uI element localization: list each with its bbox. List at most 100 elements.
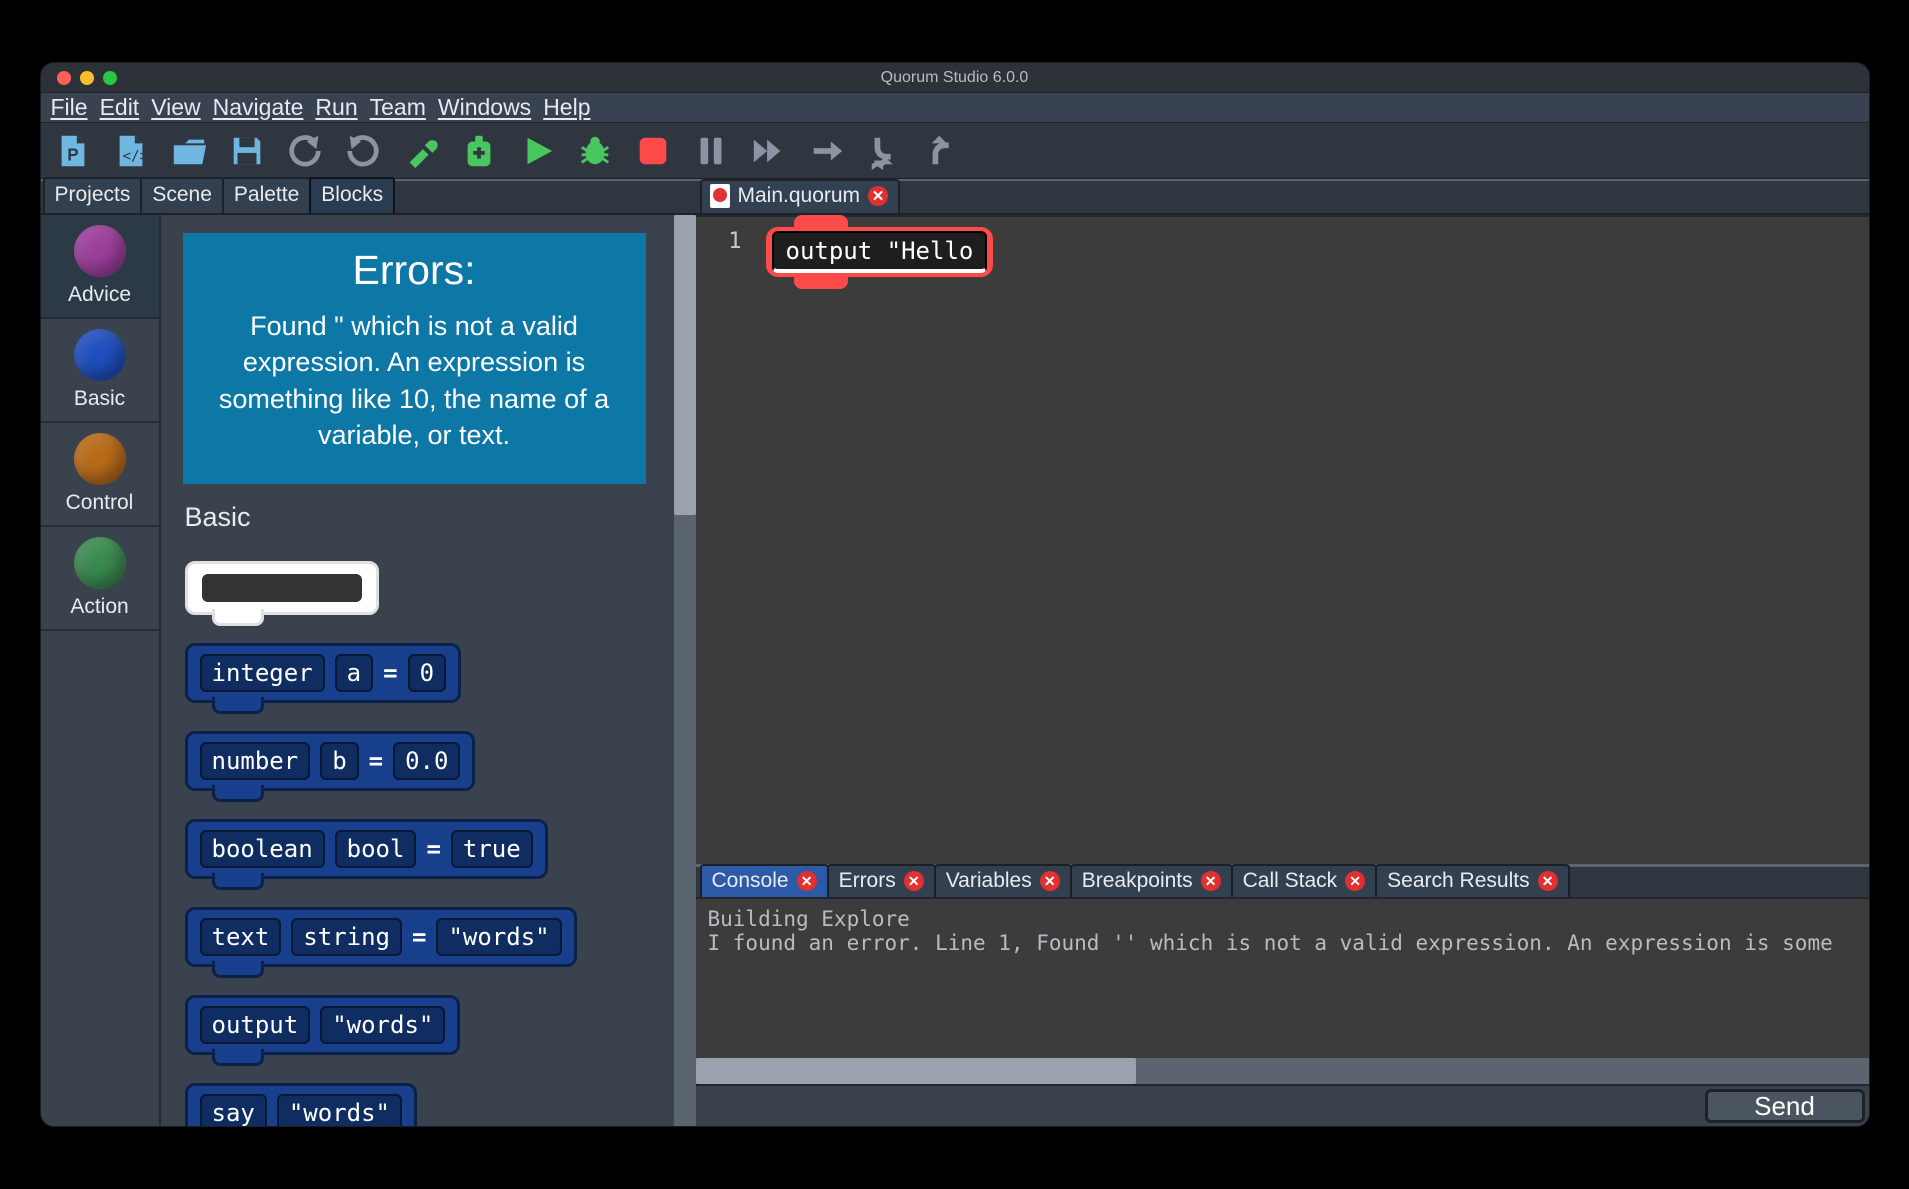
menu-help[interactable]: Help bbox=[539, 94, 594, 121]
console-output[interactable]: Building Explore I found an error. Line … bbox=[696, 899, 1869, 1058]
menu-run[interactable]: Run bbox=[311, 94, 361, 121]
menu-edit[interactable]: Edit bbox=[96, 94, 144, 121]
tab-console[interactable]: Console ✕ bbox=[700, 864, 829, 897]
tab-label: Breakpoints bbox=[1082, 869, 1193, 893]
palette-block-boolean[interactable]: boolean bool = true bbox=[185, 819, 548, 879]
save-icon[interactable] bbox=[225, 129, 269, 173]
scrollbar-thumb[interactable] bbox=[696, 1058, 1136, 1084]
send-button[interactable]: Send bbox=[1705, 1089, 1865, 1123]
circle-icon bbox=[74, 329, 126, 381]
menu-view[interactable]: View bbox=[147, 94, 204, 121]
build-icon[interactable] bbox=[399, 129, 443, 173]
editor-error-block[interactable]: output "Hello bbox=[766, 227, 994, 277]
continue-icon[interactable] bbox=[747, 129, 791, 173]
palette-scroll[interactable]: Errors: Found " which is not a valid exp… bbox=[161, 215, 674, 1126]
close-tab-icon[interactable]: ✕ bbox=[1040, 871, 1060, 891]
close-window-icon[interactable] bbox=[57, 71, 71, 85]
tab-scene[interactable]: Scene bbox=[140, 177, 224, 213]
run-icon[interactable] bbox=[515, 129, 559, 173]
send-row: Send bbox=[696, 1084, 1869, 1126]
console-input[interactable] bbox=[696, 1086, 1701, 1126]
pause-icon[interactable] bbox=[689, 129, 733, 173]
token: number bbox=[200, 742, 311, 780]
new-project-icon[interactable]: P bbox=[51, 129, 95, 173]
token: 0 bbox=[408, 654, 446, 692]
console-line: Building Explore bbox=[708, 907, 910, 931]
close-tab-icon[interactable]: ✕ bbox=[1538, 871, 1558, 891]
token: "words" bbox=[436, 918, 561, 956]
category-label: Action bbox=[70, 595, 128, 619]
tab-label: Call Stack bbox=[1243, 869, 1338, 893]
menu-navigate[interactable]: Navigate bbox=[209, 94, 308, 121]
menu-team[interactable]: Team bbox=[366, 94, 430, 121]
token: = bbox=[412, 923, 426, 951]
palette-categories: Advice Basic Control Action bbox=[41, 215, 161, 1126]
token: string bbox=[291, 918, 402, 956]
tab-variables[interactable]: Variables ✕ bbox=[934, 864, 1072, 897]
token: 0.0 bbox=[393, 742, 460, 780]
step-into-icon[interactable] bbox=[863, 129, 907, 173]
palette-block-output[interactable]: output "words" bbox=[185, 995, 461, 1055]
token: = bbox=[369, 747, 383, 775]
clean-build-icon[interactable] bbox=[457, 129, 501, 173]
editor-area[interactable]: 1 output "Hello bbox=[696, 215, 1869, 864]
step-over-icon[interactable] bbox=[805, 129, 849, 173]
open-icon[interactable] bbox=[167, 129, 211, 173]
editor-tab-label: Main.quorum bbox=[738, 184, 861, 208]
traffic-lights bbox=[57, 71, 117, 85]
category-control[interactable]: Control bbox=[41, 423, 159, 527]
editor-tab-main[interactable]: Main.quorum ✕ bbox=[700, 179, 901, 213]
file-icon bbox=[710, 184, 730, 208]
tab-blocks[interactable]: Blocks bbox=[309, 177, 395, 213]
minimize-window-icon[interactable] bbox=[80, 71, 94, 85]
token: text bbox=[200, 918, 282, 956]
palette-block-integer[interactable]: integer a = 0 bbox=[185, 643, 462, 703]
right-pane: Main.quorum ✕ 1 output "Hello Console bbox=[696, 181, 1869, 1126]
redo-icon[interactable] bbox=[341, 129, 385, 173]
bottom-pane: Console ✕ Errors ✕ Variables ✕ Breakpoin… bbox=[696, 864, 1869, 1126]
tab-search-results[interactable]: Search Results ✕ bbox=[1375, 864, 1569, 897]
window-title: Quorum Studio 6.0.0 bbox=[117, 69, 1793, 87]
scrollbar-thumb[interactable] bbox=[674, 215, 696, 515]
category-advice[interactable]: Advice bbox=[41, 215, 159, 319]
palette-block-number[interactable]: number b = 0.0 bbox=[185, 731, 476, 791]
close-tab-icon[interactable]: ✕ bbox=[868, 186, 888, 206]
token: "words" bbox=[277, 1094, 402, 1126]
category-basic[interactable]: Basic bbox=[41, 319, 159, 423]
step-out-icon[interactable] bbox=[921, 129, 965, 173]
menu-file[interactable]: File bbox=[47, 94, 92, 121]
line-number: 1 bbox=[696, 229, 742, 254]
new-file-icon[interactable]: </> bbox=[109, 129, 153, 173]
menu-windows[interactable]: Windows bbox=[434, 94, 535, 121]
close-tab-icon[interactable]: ✕ bbox=[904, 871, 924, 891]
window: Quorum Studio 6.0.0 File Edit View Navig… bbox=[40, 62, 1870, 1127]
palette-block-say[interactable]: say "words" bbox=[185, 1083, 418, 1126]
close-tab-icon[interactable]: ✕ bbox=[1201, 871, 1221, 891]
tab-errors[interactable]: Errors ✕ bbox=[827, 864, 936, 897]
palette-scrollbar[interactable] bbox=[674, 215, 696, 1126]
tab-palette[interactable]: Palette bbox=[222, 177, 311, 213]
tab-projects[interactable]: Projects bbox=[43, 177, 143, 213]
console-h-scrollbar[interactable] bbox=[696, 1058, 1869, 1084]
token: bool bbox=[335, 830, 417, 868]
stop-icon[interactable] bbox=[631, 129, 675, 173]
undo-icon[interactable] bbox=[283, 129, 327, 173]
token: = bbox=[426, 835, 440, 863]
palette-block-text[interactable]: text string = "words" bbox=[185, 907, 577, 967]
category-action[interactable]: Action bbox=[41, 527, 159, 631]
zoom-window-icon[interactable] bbox=[103, 71, 117, 85]
error-advice-card: Errors: Found " which is not a valid exp… bbox=[183, 233, 646, 484]
tab-callstack[interactable]: Call Stack ✕ bbox=[1231, 864, 1378, 897]
bottom-tabs: Console ✕ Errors ✕ Variables ✕ Breakpoin… bbox=[696, 867, 1869, 899]
editor-tabs: Main.quorum ✕ bbox=[696, 181, 1869, 215]
editor-gutter: 1 bbox=[696, 217, 766, 864]
tab-breakpoints[interactable]: Breakpoints ✕ bbox=[1070, 864, 1233, 897]
debug-icon[interactable] bbox=[573, 129, 617, 173]
palette-block-blank[interactable] bbox=[185, 561, 379, 615]
close-tab-icon[interactable]: ✕ bbox=[797, 871, 817, 891]
editor-error-text[interactable]: output "Hello bbox=[772, 231, 988, 273]
toolbar: P </> bbox=[41, 123, 1869, 179]
editor-body[interactable]: output "Hello bbox=[766, 217, 1869, 864]
palette-column: Errors: Found " which is not a valid exp… bbox=[161, 215, 696, 1126]
close-tab-icon[interactable]: ✕ bbox=[1345, 871, 1365, 891]
